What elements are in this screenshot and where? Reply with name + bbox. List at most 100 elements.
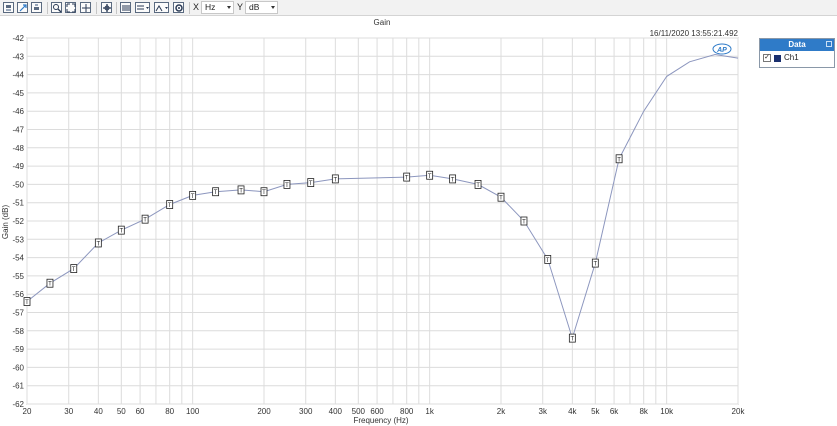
gain-chart[interactable]: Gain 16/11/2020 13:55:21.492 20 30 40 50 60 8… [0,16,837,426]
data-point-marker: T [70,264,78,273]
x-tick-label: 2k [497,407,506,416]
marker-label: T [428,174,432,180]
x-tick-label: 20k [732,407,746,416]
x-tick-label: 300 [299,407,313,416]
x-tick-label: 80 [165,407,174,416]
toolbar-separator [47,2,48,14]
y-tick-label: -50 [12,180,24,189]
y-tick-label: -57 [12,309,24,318]
x-tick-label: 100 [186,407,200,416]
data-point-marker: T [544,255,552,264]
x-axis-title: Frequency (Hz) [353,416,408,425]
y-tick-label: -46 [12,107,24,116]
crosshair-icon[interactable] [101,2,112,13]
y-tick-label: -49 [12,162,24,171]
x-tick-label: 4k [568,407,577,416]
marker-label: T [262,190,266,196]
data-point-marker: T [497,192,505,202]
x-tick-label: 200 [257,407,271,416]
marker-label: T [499,196,503,202]
x-tick-label: 6k [610,407,619,416]
x-tick-label: 500 [352,407,366,416]
marker-label: T [191,194,195,200]
data-point-marker: T [189,190,197,200]
x-tick-label: 60 [136,407,145,416]
data-point-marker: T [520,216,528,226]
y-tick-label: -58 [12,327,24,336]
save-icon[interactable] [3,2,14,13]
data-point-marker: T [46,278,54,288]
data-point-marker: T [141,214,149,224]
ch1-color-swatch [774,55,781,62]
legend: Data ✓ Ch1 [759,38,835,68]
x-unit-value: Hz [205,2,216,12]
marker-label: T [334,177,338,183]
fit-all-icon[interactable] [65,2,76,13]
fit-icon[interactable] [80,2,91,13]
data-point-marker: T [237,185,245,194]
data-point-marker: T [117,225,125,235]
ch1-checkbox[interactable]: ✓ [763,54,771,62]
y-unit-select[interactable]: dB [245,1,278,14]
marker-label: T [168,203,172,209]
marker-label: T [72,267,76,273]
data-point-marker: T [23,297,31,306]
chevron-down-icon [227,6,231,9]
marker-label: T [522,220,526,226]
x-tick-label: 50 [117,407,126,416]
y-tick-label: -52 [12,217,24,226]
marker-label: T [451,177,455,183]
x-tick-label: 3k [539,407,548,416]
export-icon[interactable] [17,2,28,13]
settings-icon[interactable] [173,2,184,13]
toolbar-separator [96,2,97,14]
x-tick-label: 400 [329,407,343,416]
marker-label: T [239,188,243,194]
ch1-label: Ch1 [784,53,799,62]
marker-label: T [546,258,550,264]
legend-title: Data [788,40,806,49]
watermark-text: AP [716,47,727,54]
y-tick-label: -59 [12,345,24,354]
marker-label: T [214,190,218,196]
x-tick-label: 800 [400,407,414,416]
marker-label: T [617,157,621,163]
marker-label: T [48,282,52,288]
data-point-marker: T [212,187,220,196]
x-unit-select[interactable]: Hz [201,1,234,14]
y-tick-label: -61 [12,382,24,391]
plot-grid [26,37,739,405]
marker-label: T [25,300,29,306]
marker-label: T [309,181,313,187]
y-tick-label: -51 [12,199,24,208]
print-icon[interactable] [31,2,42,13]
x-tick-label: 8k [639,407,648,416]
y-tick-label: -56 [12,290,24,299]
data-point-marker: T [449,174,457,183]
data-point-marker: T [426,170,434,180]
toolbar-separator [189,2,190,14]
data-point-marker: T [307,178,315,187]
data-point-marker: T [591,258,599,268]
y-tick-label: -62 [12,400,24,409]
y-axis-title: Gain (dB) [1,205,10,240]
marker-label: T [476,183,480,189]
y-tick-label: -45 [12,89,24,98]
toolbar: X Hz Y dB [0,0,837,16]
y-tick-label: -43 [12,52,24,61]
table-icon[interactable] [120,2,131,13]
data-point-marker: T [94,238,102,247]
y-tick-label: -55 [12,272,24,281]
legend-item-ch1[interactable]: ✓ Ch1 [760,51,834,67]
x-axis-unit-label: X [193,2,200,12]
style-menu-icon[interactable] [154,2,169,13]
y-tick-label: -60 [12,363,24,372]
zoom-icon[interactable] [51,2,62,13]
marker-label: T [97,241,101,247]
marker-label: T [285,183,289,189]
axis-menu-icon[interactable] [135,2,150,13]
pin-icon[interactable] [826,41,832,47]
chart-title: Gain [374,18,391,27]
y-tick-label: -54 [12,254,24,263]
toolbar-separator [116,2,117,14]
